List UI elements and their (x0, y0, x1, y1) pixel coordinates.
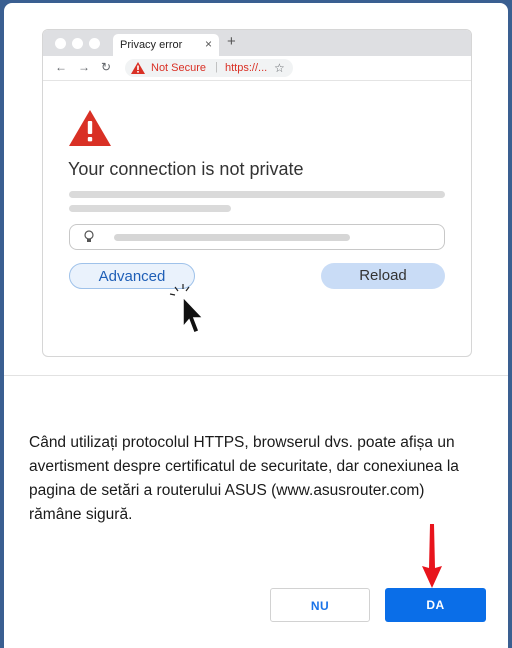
new-tab-icon: + (227, 33, 236, 50)
window-dot (55, 38, 66, 49)
red-arrow-icon (422, 524, 442, 588)
placeholder-line (114, 234, 350, 241)
tab-title: Privacy error (120, 39, 183, 51)
placeholder-line (69, 191, 445, 198)
forward-icon: → (78, 60, 90, 74)
warning-triangle-icon (131, 62, 145, 74)
star-icon: ☆ (274, 61, 285, 75)
divider (4, 375, 508, 376)
browser-mockup: Privacy error × + ← → ↻ Not Secure | htt… (42, 29, 472, 357)
placeholder-line (69, 205, 231, 212)
no-button[interactable]: NU (270, 588, 370, 622)
reload-icon: ↻ (101, 60, 112, 74)
dialog: Privacy error × + ← → ↻ Not Secure | htt… (4, 3, 508, 648)
yes-button[interactable]: DA (385, 588, 486, 622)
not-secure-label: Not Secure (151, 62, 207, 74)
dialog-message: Când utilizați protocolul HTTPS, browser… (29, 434, 459, 523)
back-icon: ← (55, 60, 67, 74)
page-title: Your connection is not private (68, 159, 304, 179)
window-dot (72, 38, 83, 49)
illustration: Privacy error × + ← → ↻ Not Secure | htt… (4, 3, 508, 375)
close-icon: × (204, 37, 212, 51)
browser-tab: Privacy error × (113, 34, 219, 56)
mouse-pointer-icon (169, 284, 205, 334)
reload-button: Reload (321, 263, 445, 289)
address-bar: ← → ↻ Not Secure | https://... ☆ (43, 56, 471, 81)
warning-triangle-icon (69, 110, 111, 146)
lightbulb-icon (84, 230, 94, 242)
hint-box (69, 224, 445, 250)
url-text: https://... (225, 62, 268, 74)
omnibox: Not Secure | https://... ☆ (125, 59, 293, 77)
tab-bar: Privacy error × + (43, 30, 471, 56)
window-dot (89, 38, 100, 49)
separator: | (215, 61, 218, 73)
